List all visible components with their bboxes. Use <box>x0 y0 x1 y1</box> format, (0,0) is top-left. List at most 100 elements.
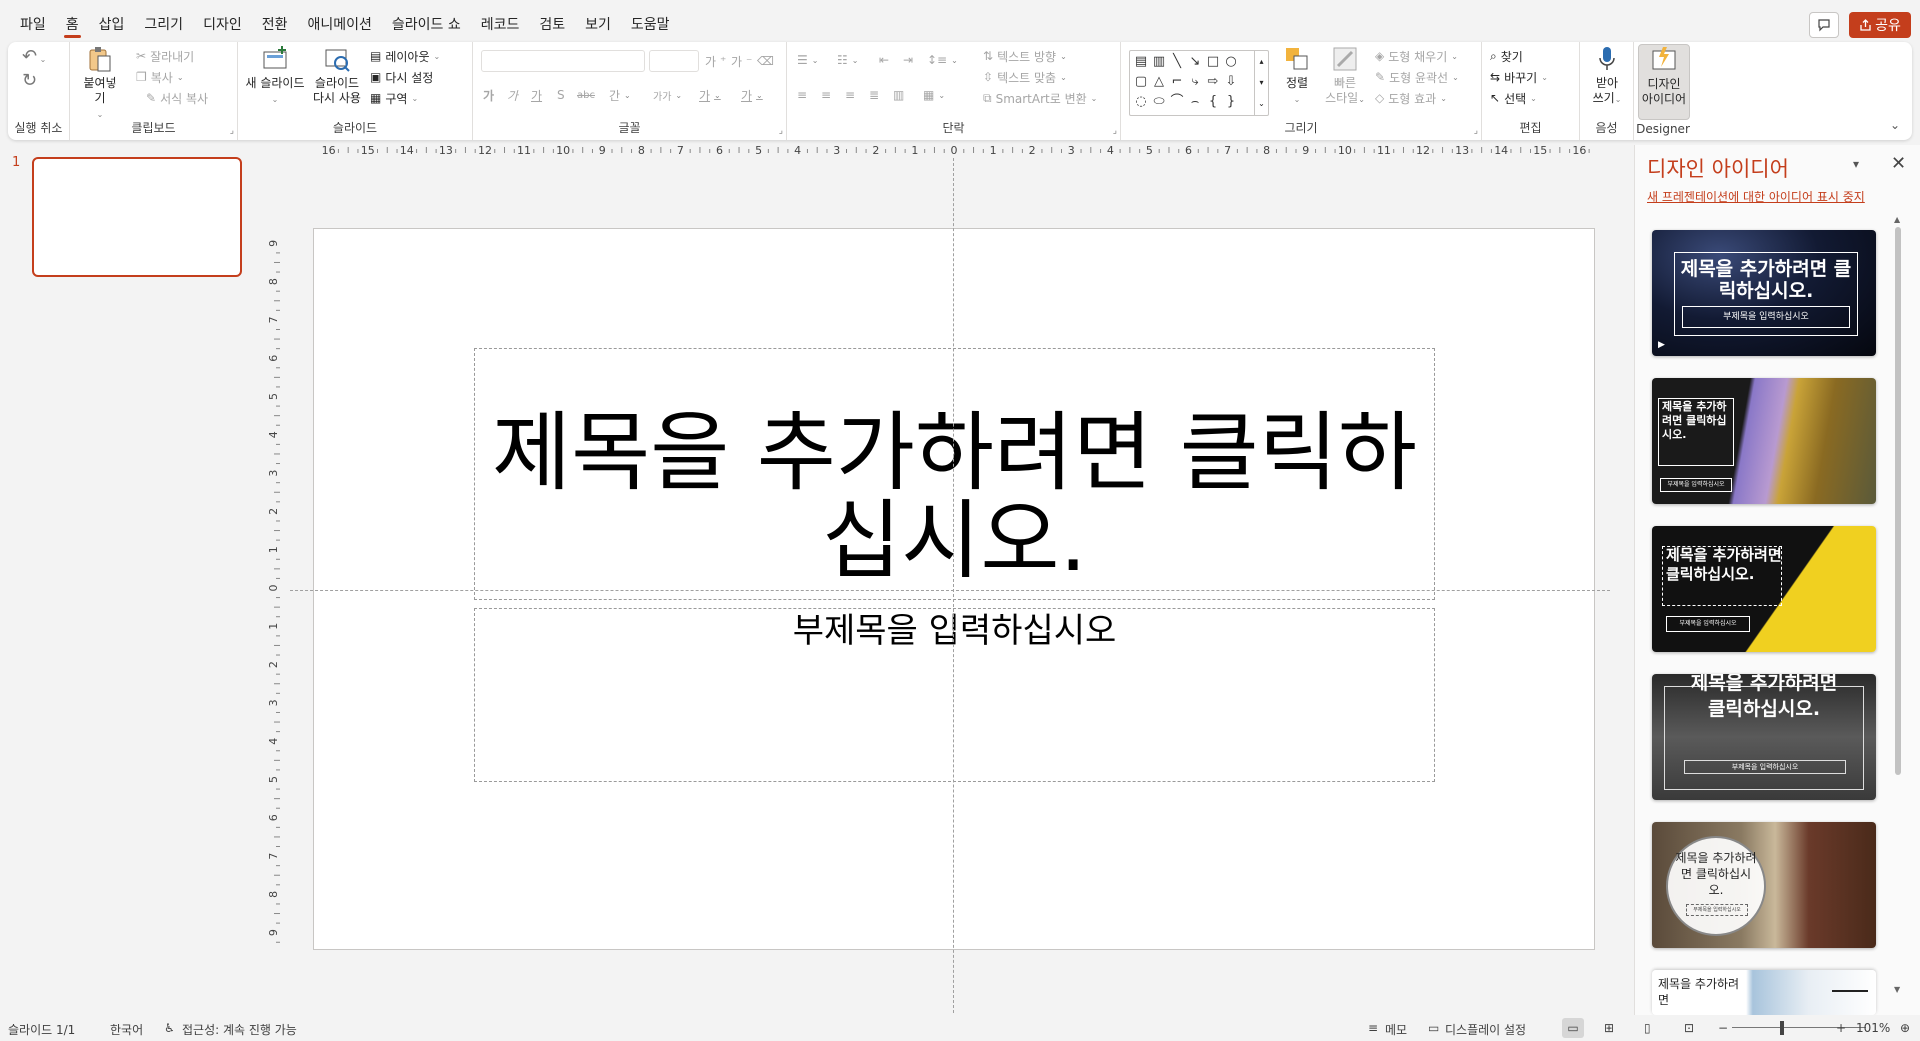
clipboard-launcher-icon[interactable]: ⌟ <box>230 126 234 136</box>
clear-formatting-icon[interactable]: ⌫ <box>757 51 774 71</box>
comments-button[interactable] <box>1809 12 1839 38</box>
format-painter-button[interactable]: ✎ 서식 복사 <box>146 88 208 108</box>
reuse-slides-button[interactable]: 슬라이드 다시 사용 <box>308 44 366 106</box>
increase-indent-icon[interactable]: ⇥ <box>903 50 913 70</box>
font-launcher-icon[interactable]: ⌟ <box>779 126 783 136</box>
quick-styles-button[interactable]: 빠른 스타일⌄ <box>1321 44 1369 107</box>
highlight-button[interactable]: 가 ⌄ <box>699 85 721 105</box>
line-spacing-button[interactable]: ↕≡ ⌄ <box>927 50 958 70</box>
elbow-connector-shape-icon[interactable]: ⌐ <box>1168 73 1186 91</box>
numbering-button[interactable]: ☷ ⌄ <box>837 50 858 70</box>
design-idea-card[interactable]: 제목을 추가하려면 클릭하십시오. 부제목을 입력하십시오 <box>1652 378 1876 504</box>
notes-button[interactable]: 메모 <box>1385 1021 1407 1038</box>
close-icon[interactable]: ✕ <box>1891 153 1906 174</box>
line-shape-icon[interactable]: ╲ <box>1168 53 1186 71</box>
left-brace-shape-icon[interactable]: { <box>1204 93 1222 111</box>
paste-button[interactable]: 붙여넣기 ⌄ <box>78 44 122 122</box>
right-arrow-shape-icon[interactable]: ⇨ <box>1204 73 1222 91</box>
oval-shape-icon[interactable]: ○ <box>1222 53 1240 71</box>
paragraph-launcher-icon[interactable]: ⌟ <box>1113 126 1117 136</box>
rounded-rect-shape-icon[interactable]: ▢ <box>1132 73 1150 91</box>
design-idea-card[interactable]: 제목을 추가하려면 클릭하십시오. 부제목을 입력하십시오 <box>1652 674 1876 800</box>
underline-button[interactable]: 가 <box>531 85 542 105</box>
horizontal-guide[interactable] <box>290 590 1610 591</box>
zoom-level[interactable]: 101% <box>1856 1021 1890 1035</box>
tab-view[interactable]: 보기 <box>575 12 621 36</box>
title-text[interactable]: 제목을 추가하려면 클릭하 십시오. <box>475 409 1434 585</box>
italic-button[interactable]: 가 <box>507 85 518 105</box>
grow-font-button[interactable]: 가 ⁺ <box>705 51 726 71</box>
slideshow-icon[interactable]: ⊡ <box>1684 1021 1694 1035</box>
stop-ideas-link[interactable]: 새 프레젠테이션에 대한 아이디어 표시 중지 <box>1647 188 1865 205</box>
share-button[interactable]: 공유 <box>1849 12 1911 38</box>
shapes-scroll[interactable]: ▴ ▾ ⌄ <box>1254 51 1268 115</box>
font-size-combo[interactable] <box>649 50 699 72</box>
redo-icon[interactable]: ↻ <box>22 70 37 91</box>
justify-icon[interactable]: ≣ <box>869 85 879 105</box>
char-spacing-button[interactable]: 간 ⌄ <box>609 85 631 105</box>
connector-arrow-shape-icon[interactable]: ⤷ <box>1186 73 1204 91</box>
shapes-gallery[interactable]: ▤ ▥ ╲ ↘ □ ○ ▢ △ ⌐ ⤷ ⇨ ⇩ ◌ ⬭ ⌒ ⌢ { } ▴ ▾ ⌄ <box>1129 50 1269 116</box>
shape-effects-button[interactable]: ◇ 도형 효과 ⌄ <box>1375 88 1447 108</box>
tab-slide-show[interactable]: 슬라이드 쇼 <box>382 12 471 36</box>
design-ideas-button[interactable]: 디자인 아이디어 <box>1638 44 1690 120</box>
subtitle-placeholder[interactable]: 부제목을 입력하십시오 <box>474 608 1435 782</box>
tab-file[interactable]: 파일 <box>10 12 56 36</box>
tab-design[interactable]: 디자인 <box>193 12 252 36</box>
right-brace-shape-icon[interactable]: } <box>1222 93 1240 111</box>
tab-help[interactable]: 도움말 <box>621 12 680 36</box>
shrink-font-button[interactable]: 가 ⁻ <box>731 51 752 71</box>
collapse-ribbon-icon[interactable]: ⌄ <box>1890 118 1900 132</box>
bold-button[interactable]: 가 <box>483 85 494 105</box>
shadow-button[interactable]: S <box>557 85 565 105</box>
tab-review[interactable]: 검토 <box>529 12 575 36</box>
slide-sorter-icon[interactable]: ⊞ <box>1604 1021 1614 1035</box>
shape-fill-button[interactable]: ◈ 도형 채우기 ⌄ <box>1375 46 1458 66</box>
tab-insert[interactable]: 삽입 <box>89 12 135 36</box>
decrease-indent-icon[interactable]: ⇤ <box>879 50 889 70</box>
slide-thumbnail[interactable] <box>32 157 242 277</box>
distribute-icon[interactable]: ▥ <box>893 85 904 105</box>
tab-animations[interactable]: 애니메이션 <box>297 12 381 36</box>
rectangle-shape-icon[interactable]: □ <box>1204 53 1222 71</box>
select-button[interactable]: ↖ 선택 ⌄ <box>1490 88 1537 108</box>
tab-transitions[interactable]: 전환 <box>252 12 298 36</box>
reset-button[interactable]: ▣ 다시 설정 <box>370 67 433 87</box>
tab-home[interactable]: 홈 <box>56 12 89 38</box>
zoom-slider-thumb[interactable] <box>1780 1021 1784 1035</box>
scroll-up-icon[interactable]: ▲ <box>1894 215 1900 224</box>
arc-shape-icon[interactable]: ⌢ <box>1186 93 1204 111</box>
arrow-line-shape-icon[interactable]: ↘ <box>1186 53 1204 71</box>
triangle-shape-icon[interactable]: △ <box>1150 73 1168 91</box>
align-right-icon[interactable]: ≡ <box>845 85 855 105</box>
curve-shape-icon[interactable]: ⌒ <box>1168 93 1186 111</box>
design-idea-card[interactable]: 제목을 추가하려면 <box>1652 970 1876 1015</box>
vertical-textbox-shape-icon[interactable]: ▥ <box>1150 53 1168 71</box>
slide-canvas[interactable]: 제목을 추가하려면 클릭하 십시오. 부제목을 입력하십시오 <box>313 228 1595 950</box>
scroll-down-icon[interactable]: ▼ <box>1894 985 1900 994</box>
copy-button[interactable]: ❐ 복사 ⌄ <box>136 67 184 87</box>
design-idea-card[interactable]: 제목을 추가하려면 클릭하십시오. 부제목을 입력하십시오 ▶ <box>1652 230 1876 356</box>
find-button[interactable]: ⌕ 찾기 <box>1490 46 1523 66</box>
language-indicator[interactable]: 한국어 <box>110 1021 143 1038</box>
down-arrow-shape-icon[interactable]: ⇩ <box>1222 73 1240 91</box>
columns-button[interactable]: ▦ ⌄ <box>923 85 945 105</box>
zoom-in-icon[interactable]: + <box>1836 1021 1846 1035</box>
drawing-launcher-icon[interactable]: ⌟ <box>1474 126 1478 136</box>
design-idea-card[interactable]: 제목을 추가하려면 클릭하십시오. 부제목을 입력하십시오 <box>1652 526 1876 652</box>
bullets-button[interactable]: ☰ ⌄ <box>797 50 818 70</box>
align-left-icon[interactable]: ≡ <box>797 85 807 105</box>
smartart-button[interactable]: ⧉ SmartArt로 변환 ⌄ <box>983 88 1097 108</box>
undo-icon[interactable]: ↶ ⌄ <box>22 46 46 67</box>
layout-button[interactable]: ▤ 레이아웃 ⌄ <box>370 46 440 66</box>
normal-view-icon[interactable]: ▭ <box>1562 1018 1584 1038</box>
cut-button[interactable]: ✂ 잘라내기 <box>136 46 194 66</box>
textbox-shape-icon[interactable]: ▤ <box>1132 53 1150 71</box>
align-center-icon[interactable]: ≡ <box>821 85 831 105</box>
fit-to-window-icon[interactable]: ⊕ <box>1900 1021 1910 1035</box>
tab-draw[interactable]: 그리기 <box>134 12 193 36</box>
title-placeholder[interactable]: 제목을 추가하려면 클릭하 십시오. <box>474 348 1435 600</box>
reading-view-icon[interactable]: ▯ <box>1644 1021 1651 1035</box>
replace-button[interactable]: ⇆ 바꾸기 ⌄ <box>1490 67 1548 87</box>
align-text-button[interactable]: ⇳ 텍스트 맞춤 ⌄ <box>983 67 1067 87</box>
